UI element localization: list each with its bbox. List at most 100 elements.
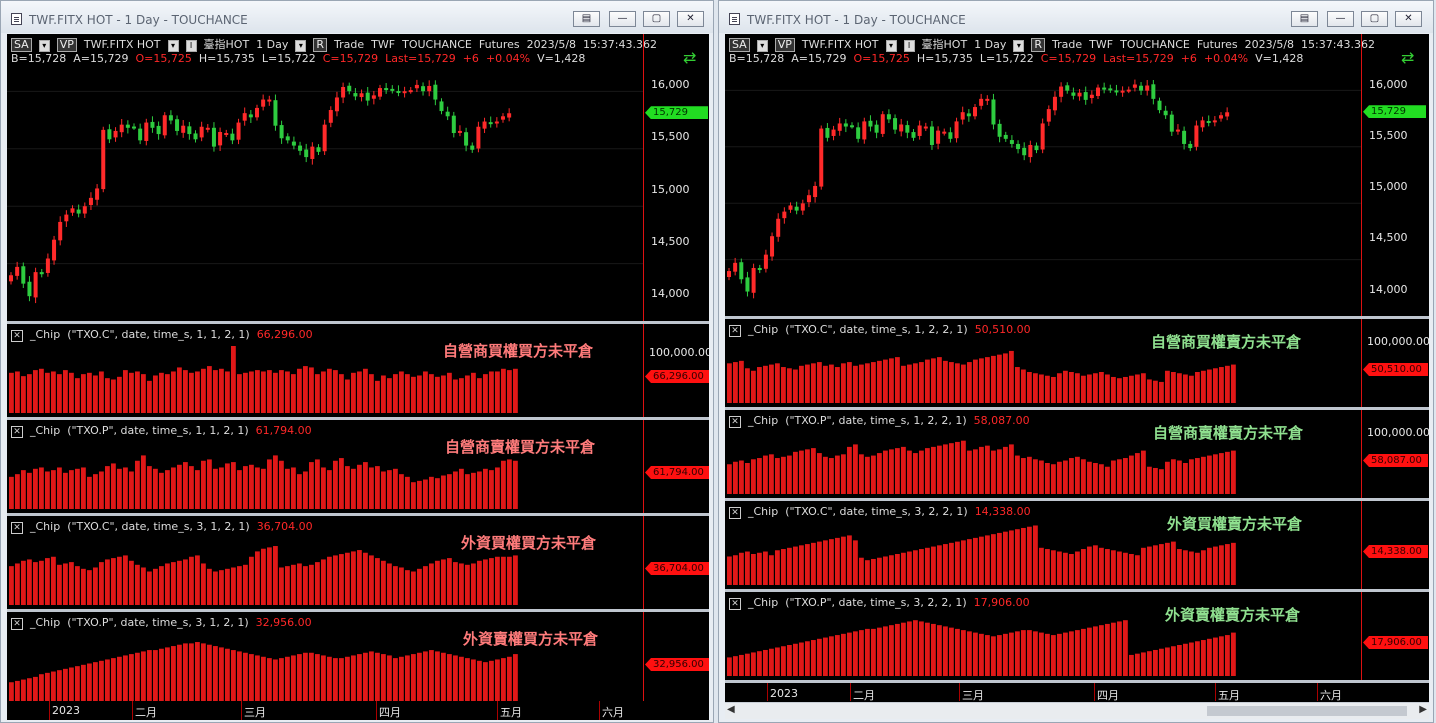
chip-bar bbox=[177, 464, 182, 509]
minimize-button[interactable]: — bbox=[1327, 11, 1354, 27]
maximize-button[interactable]: ▢ bbox=[1361, 11, 1388, 27]
right-chart-area[interactable]: SA ▾ VP TWF.FITX HOT ▾ I 臺指HOT 1 Day ▾ R Trade TWF T… bbox=[725, 34, 1429, 702]
scroll-left-icon[interactable]: ◀ bbox=[727, 704, 735, 715]
candle bbox=[156, 121, 161, 140]
chip-bar bbox=[1117, 459, 1122, 494]
chip-bar bbox=[883, 359, 888, 403]
close-button[interactable]: ✕ bbox=[677, 11, 704, 27]
chip-indicator-pane[interactable]: ✕ _Chip ("TXO.C", date, time_s, 3, 2, 2, 1… bbox=[725, 501, 1429, 589]
chip-bar bbox=[363, 368, 368, 413]
right-titlebar[interactable]: TWF.FITX HOT - 1 Day - TOUCHANCE ▤ — ▢ ✕ bbox=[719, 1, 1433, 33]
chip-bar bbox=[327, 556, 332, 605]
chip-bar bbox=[1069, 554, 1074, 585]
chip-bar bbox=[369, 374, 374, 413]
candle bbox=[488, 116, 493, 128]
chip-bar bbox=[1051, 376, 1056, 403]
chip-bar bbox=[769, 555, 774, 585]
chip-bar bbox=[1147, 466, 1152, 494]
chip-indicator-pane[interactable]: ✕ _Chip ("TXO.P", date, time_s, 1, 1, 2, 1… bbox=[7, 420, 709, 513]
chip-bar bbox=[321, 467, 326, 509]
time-axis-tick bbox=[1317, 683, 1318, 701]
trend-arrows-icon[interactable]: ⇄ bbox=[683, 48, 696, 67]
chip-bar bbox=[961, 540, 966, 585]
chip-bar bbox=[1141, 547, 1146, 585]
chip-bar bbox=[111, 658, 116, 701]
price-pane[interactable]: SA ▾ VP TWF.FITX HOT ▾ I 臺指HOT 1 Day ▾ R Trade TWF T… bbox=[725, 34, 1429, 316]
chip-indicator-pane[interactable]: ✕ _Chip ("TXO.P", date, time_s, 1, 2, 2, 1… bbox=[725, 410, 1429, 498]
candle bbox=[70, 205, 75, 216]
time-axis-label: 六月 bbox=[602, 706, 624, 719]
price-axis-label: 15,000 bbox=[1369, 180, 1408, 193]
left-titlebar[interactable]: TWF.FITX HOT - 1 Day - TOUCHANCE ▤ — ▢ ✕ bbox=[1, 1, 713, 33]
chip-bar bbox=[901, 365, 906, 403]
chip-bar bbox=[81, 374, 86, 413]
chip-indicator-pane[interactable]: ✕ _Chip ("TXO.C", date, time_s, 1, 2, 2, 1… bbox=[725, 319, 1429, 407]
chip-bar bbox=[1087, 627, 1092, 676]
scroll-right-icon[interactable]: ▶ bbox=[1419, 704, 1427, 715]
candle bbox=[825, 123, 830, 142]
price-axis-label: 16,000 bbox=[1369, 77, 1408, 91]
candle bbox=[905, 120, 910, 139]
chip-bar bbox=[195, 371, 200, 413]
chip-bars-svg bbox=[9, 346, 518, 413]
chip-bar bbox=[1111, 550, 1116, 585]
chip-bar bbox=[501, 368, 506, 413]
chip-bar bbox=[297, 654, 302, 701]
properties-icon[interactable]: ▤ bbox=[573, 11, 600, 27]
chip-bar bbox=[757, 651, 762, 676]
left-time-axis-row[interactable]: 2023 二月 三月 四月 五月 六月 bbox=[7, 701, 709, 720]
chip-bar bbox=[931, 623, 936, 676]
price-pane[interactable]: SA ▾ VP TWF.FITX HOT ▾ I 臺指HOT 1 Day ▾ R Trade TWF T… bbox=[7, 34, 709, 321]
candle bbox=[862, 117, 867, 144]
chip-bar bbox=[15, 371, 20, 413]
trend-arrows-icon[interactable]: ⇄ bbox=[1401, 48, 1414, 67]
chip-indicator-pane[interactable]: ✕ _Chip ("TXO.C", date, time_s, 3, 1, 2, 1… bbox=[7, 516, 709, 609]
chip-bar bbox=[261, 468, 266, 509]
time-axis-label: 三月 bbox=[244, 706, 266, 719]
chip-bar bbox=[357, 550, 362, 605]
chip-bar bbox=[297, 563, 302, 605]
left-chart-area[interactable]: SA ▾ VP TWF.FITX HOT ▾ I 臺指HOT 1 Day ▾ R Trade TWF T… bbox=[7, 34, 709, 720]
horizontal-scrollbar[interactable]: ◀ ▶ bbox=[725, 702, 1429, 719]
minimize-button[interactable]: — bbox=[609, 11, 636, 27]
chip-bar bbox=[27, 374, 32, 413]
time-axis-label: 四月 bbox=[1097, 689, 1119, 701]
indicator-axis-line bbox=[643, 516, 644, 609]
chip-bar bbox=[171, 467, 176, 509]
candle bbox=[162, 112, 167, 139]
chip-indicator-pane[interactable]: ✕ _Chip ("TXO.P", date, time_s, 3, 2, 2, 1… bbox=[725, 592, 1429, 680]
chip-bar bbox=[477, 378, 482, 413]
chip-bar bbox=[985, 635, 990, 676]
time-axis[interactable]: 2023 二月 三月 四月 五月 六月 bbox=[725, 683, 1429, 701]
chip-bar bbox=[769, 648, 774, 676]
chip-bar bbox=[1015, 529, 1020, 585]
candle bbox=[33, 267, 38, 304]
chip-bar bbox=[997, 532, 1002, 585]
chip-bar bbox=[1045, 463, 1050, 494]
chip-bar bbox=[207, 644, 212, 701]
chip-bar bbox=[985, 535, 990, 585]
chip-bar bbox=[213, 646, 218, 701]
chip-bar bbox=[751, 554, 756, 585]
chip-indicator-pane[interactable]: ✕ _Chip ("TXO.C", date, time_s, 1, 1, 2, 1… bbox=[7, 324, 709, 417]
chip-bar bbox=[459, 563, 464, 605]
chip-bar bbox=[465, 375, 470, 413]
chip-bar bbox=[141, 455, 146, 509]
chip-bar bbox=[1087, 461, 1092, 494]
candle bbox=[813, 181, 818, 203]
candle bbox=[745, 271, 750, 297]
candle bbox=[942, 128, 947, 136]
chip-bar bbox=[931, 358, 936, 403]
chip-bar bbox=[171, 371, 176, 413]
properties-icon[interactable]: ▤ bbox=[1291, 11, 1318, 27]
chip-indicator-pane[interactable]: ✕ _Chip ("TXO.P", date, time_s, 3, 1, 2, 1… bbox=[7, 612, 709, 705]
chip-bar bbox=[1195, 552, 1200, 585]
chip-bar bbox=[919, 549, 924, 585]
chip-bar bbox=[435, 560, 440, 605]
chip-bar bbox=[727, 464, 732, 494]
chip-bar bbox=[69, 667, 74, 701]
close-button[interactable]: ✕ bbox=[1395, 11, 1422, 27]
chip-bar bbox=[775, 647, 780, 676]
scroll-thumb[interactable] bbox=[1207, 706, 1407, 716]
maximize-button[interactable]: ▢ bbox=[643, 11, 670, 27]
